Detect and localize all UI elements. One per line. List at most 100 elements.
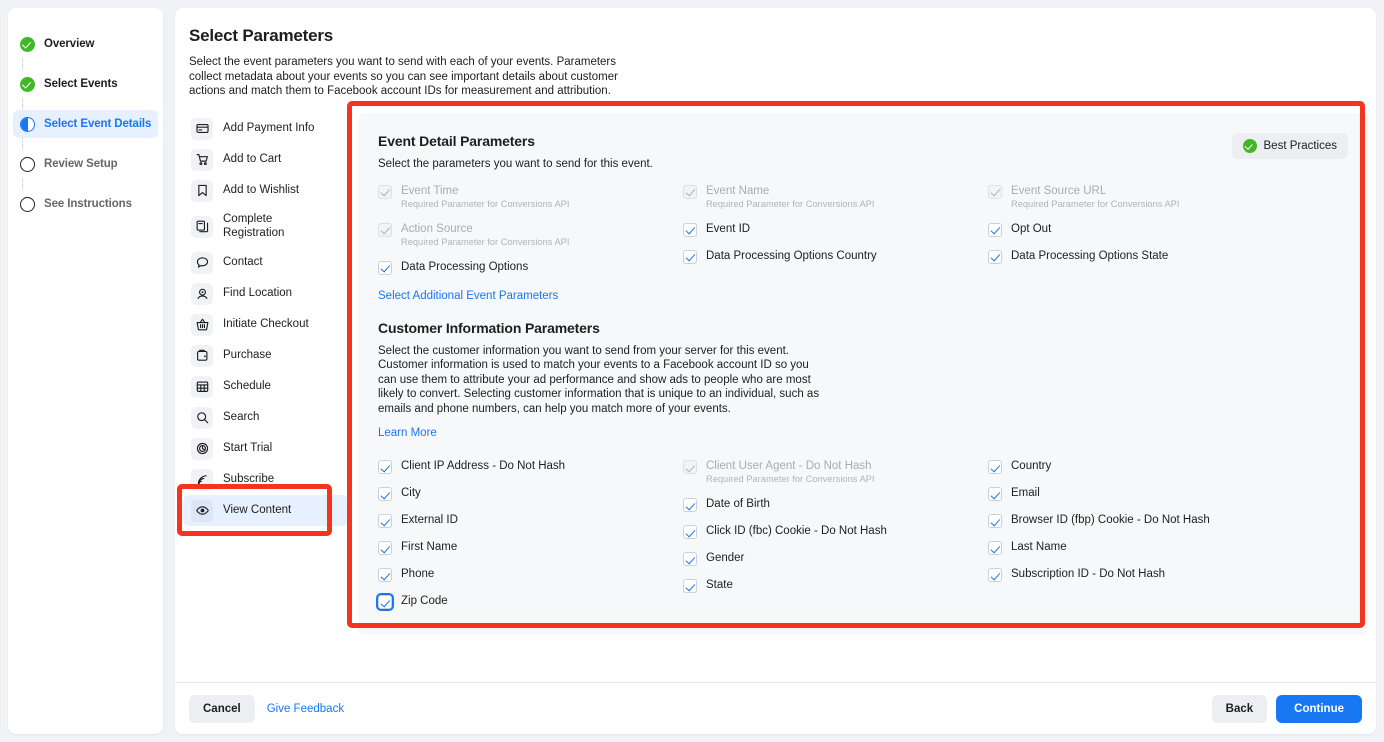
checkbox-label: Client IP Address - Do Not Hash (401, 459, 565, 473)
magnifier-icon (191, 407, 213, 429)
checkbox-text: Client User Agent - Do Not HashRequired … (706, 459, 874, 485)
event-item-add-to-wishlist[interactable]: Add to Wishlist (183, 175, 348, 206)
checkmark-icon (683, 185, 697, 199)
checkmark-icon[interactable] (378, 595, 392, 609)
select-additional-event-parameters-link[interactable]: Select Additional Event Parameters (378, 290, 558, 302)
give-feedback-button[interactable]: Give Feedback (265, 695, 346, 723)
event-item-search[interactable]: Search (183, 402, 348, 433)
event-item-complete-registration[interactable]: Complete Registration (183, 206, 348, 247)
checkmark-icon[interactable] (988, 568, 1002, 582)
step-item-see-instructions[interactable]: See Instructions (13, 190, 158, 218)
app-root: Overview Select Events Select Event Detail… (0, 0, 1384, 742)
checkbox-label: Event ID (706, 222, 750, 236)
checkbox-city[interactable]: City (378, 486, 683, 501)
checkbox-data-processing-options[interactable]: Data Processing Options (378, 260, 683, 275)
checkbox-label: Opt Out (1011, 222, 1051, 236)
event-item-start-trial[interactable]: Start Trial (183, 433, 348, 464)
checkbox-text: Date of Birth (706, 497, 770, 511)
checkmark-icon[interactable] (683, 250, 697, 264)
checkbox-label: Event Name (706, 184, 874, 198)
checkbox-label: Event Source URL (1011, 184, 1179, 198)
checkbox-phone[interactable]: Phone (378, 567, 683, 582)
half-circle-icon (20, 117, 35, 132)
bookmark-icon (191, 180, 213, 202)
parameter-column-1: Event TimeRequired Parameter for Convers… (378, 172, 683, 275)
checkmark-icon[interactable] (683, 223, 697, 237)
checkmark-icon[interactable] (988, 460, 1002, 474)
step-item-overview[interactable]: Overview (13, 30, 158, 58)
checkbox-last-name[interactable]: Last Name (988, 540, 1348, 555)
best-practices-badge[interactable]: Best Practices (1232, 133, 1349, 159)
checkbox-text: Opt Out (1011, 222, 1051, 236)
checkmark-icon[interactable] (378, 541, 392, 555)
checkbox-label: Country (1011, 459, 1051, 473)
step-item-review-setup[interactable]: Review Setup (13, 150, 158, 178)
checkmark-icon[interactable] (378, 514, 392, 528)
checkbox-data-processing-options-state[interactable]: Data Processing Options State (988, 249, 1348, 264)
event-item-add-to-cart[interactable]: Add to Cart (183, 144, 348, 175)
step-connector (22, 138, 23, 149)
checkbox-client-ip-address-do-not-hash[interactable]: Client IP Address - Do Not Hash (378, 459, 683, 474)
checkmark-icon[interactable] (988, 541, 1002, 555)
checkmark-icon[interactable] (988, 514, 1002, 528)
step-label: Select Event Details (44, 118, 151, 130)
main-card: Select Parameters Select the event param… (175, 8, 1376, 734)
checkbox-event-name: Event NameRequired Parameter for Convers… (683, 184, 988, 210)
calendar-grid-icon (191, 376, 213, 398)
checkbox-required-note: Required Parameter for Conversions API (706, 473, 874, 485)
copy-pages-icon (191, 216, 213, 238)
event-item-find-location[interactable]: Find Location (183, 278, 348, 309)
checkbox-subscription-id-do-not-hash[interactable]: Subscription ID - Do Not Hash (988, 567, 1348, 582)
checkbox-label: City (401, 486, 421, 500)
checkbox-opt-out[interactable]: Opt Out (988, 222, 1348, 237)
step-item-select-event-details[interactable]: Select Event Details (13, 110, 158, 138)
parameters-panel: Best Practices Event Detail Parameters S… (358, 113, 1368, 635)
checkbox-data-processing-options-country[interactable]: Data Processing Options Country (683, 249, 988, 264)
checkbox-state[interactable]: State (683, 578, 988, 593)
checkmark-icon[interactable] (988, 223, 1002, 237)
checkbox-event-id[interactable]: Event ID (683, 222, 988, 237)
checkmark-icon[interactable] (683, 498, 697, 512)
checkmark-icon[interactable] (378, 568, 392, 582)
checkbox-text: Data Processing Options State (1011, 249, 1168, 263)
event-item-schedule[interactable]: Schedule (183, 371, 348, 402)
checkbox-text: Action SourceRequired Parameter for Conv… (401, 222, 569, 248)
event-item-initiate-checkout[interactable]: Initiate Checkout (183, 309, 348, 340)
back-button[interactable]: Back (1212, 695, 1268, 723)
event-item-view-content[interactable]: View Content (183, 495, 348, 526)
checkmark-icon[interactable] (683, 579, 697, 593)
checkbox-first-name[interactable]: First Name (378, 540, 683, 555)
cancel-button[interactable]: Cancel (189, 695, 255, 723)
checkmark-icon[interactable] (683, 525, 697, 539)
checkmark-icon[interactable] (683, 552, 697, 566)
customer-info-title: Customer Information Parameters (378, 320, 1348, 336)
checkbox-zip-code[interactable]: Zip Code (378, 594, 683, 609)
event-item-add-payment-info[interactable]: Add Payment Info (183, 113, 348, 144)
learn-more-link[interactable]: Learn More (378, 427, 437, 439)
checkbox-date-of-birth[interactable]: Date of Birth (683, 497, 988, 512)
checkbox-label: Client User Agent - Do Not Hash (706, 459, 874, 473)
checkmark-icon (378, 223, 392, 237)
checkbox-email[interactable]: Email (988, 486, 1348, 501)
step-item-select-events[interactable]: Select Events (13, 70, 158, 98)
checkmark-icon (683, 460, 697, 474)
checkmark-icon[interactable] (378, 487, 392, 501)
event-item-subscribe[interactable]: Subscribe (183, 464, 348, 495)
checkmark-icon[interactable] (378, 460, 392, 474)
checkmark-icon[interactable] (378, 261, 392, 275)
checkbox-label: First Name (401, 540, 457, 554)
checkbox-country[interactable]: Country (988, 459, 1348, 474)
checkmark-icon[interactable] (988, 250, 1002, 264)
checkbox-gender[interactable]: Gender (683, 551, 988, 566)
checkbox-click-id-fbc-cookie-do-not-hash[interactable]: Click ID (fbc) Cookie - Do Not Hash (683, 524, 988, 539)
event-item-purchase[interactable]: Purchase (183, 340, 348, 371)
rss-icon (191, 469, 213, 491)
speech-bubble-icon (191, 252, 213, 274)
checkbox-text: Client IP Address - Do Not Hash (401, 459, 565, 473)
event-item-contact[interactable]: Contact (183, 247, 348, 278)
checkbox-browser-id-fbp-cookie-do-not-hash[interactable]: Browser ID (fbp) Cookie - Do Not Hash (988, 513, 1348, 528)
continue-button[interactable]: Continue (1276, 695, 1362, 723)
checkmark-icon[interactable] (988, 487, 1002, 501)
checkbox-external-id[interactable]: External ID (378, 513, 683, 528)
checkbox-text: City (401, 486, 421, 500)
